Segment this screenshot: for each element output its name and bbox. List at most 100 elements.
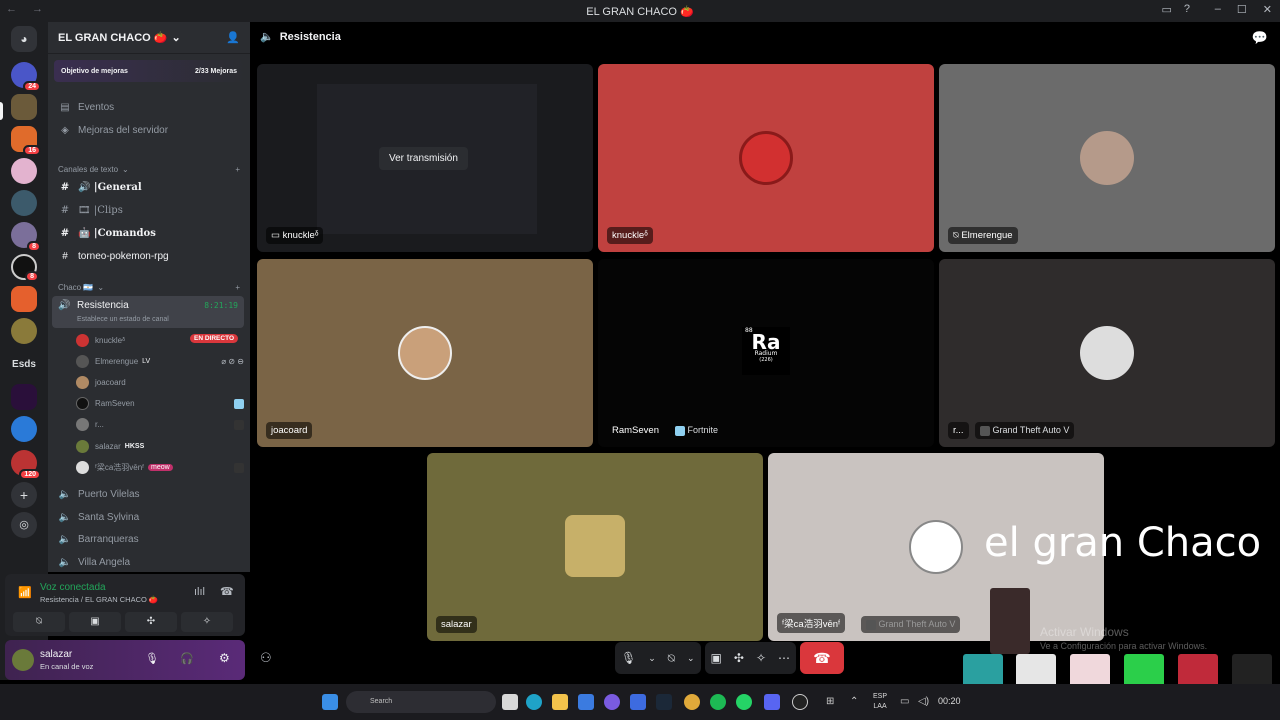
- windows-start-icon[interactable]: [322, 694, 338, 710]
- activity-badge: Fortnite: [670, 422, 723, 439]
- headphones-icon[interactable]: 🎧: [180, 652, 194, 665]
- share-controls[interactable]: ▣ ✣ ✧ ⋯: [704, 642, 796, 674]
- edge-icon[interactable]: [526, 694, 542, 710]
- network-icon[interactable]: ▭: [900, 696, 909, 707]
- server-icon[interactable]: [11, 94, 37, 120]
- boosts-link[interactable]: ◈ Mejoras del servidor: [58, 125, 260, 136]
- voice-channel[interactable]: 🔈 Barranqueras: [58, 534, 260, 545]
- store-icon[interactable]: [578, 694, 594, 710]
- discord-icon[interactable]: [764, 694, 780, 710]
- clock[interactable]: 00:20: [938, 696, 961, 706]
- voice-channel[interactable]: 🔈 Puerto Vilelas: [58, 489, 260, 500]
- server-icon[interactable]: 24: [11, 62, 41, 92]
- app-icon[interactable]: [604, 694, 620, 710]
- volume-icon[interactable]: ◁): [918, 696, 929, 707]
- server-header[interactable]: EL GRAN CHACO 🍅 ⌄ 👤: [48, 22, 250, 54]
- server-icon[interactable]: 120: [11, 450, 41, 480]
- member-item[interactable]: ᶠ梁ca浩羽vēnᶠ meow: [76, 461, 244, 474]
- settings-gear-icon[interactable]: ⚙: [219, 651, 230, 665]
- participant-tile[interactable]: ⍉ Elmerengue: [939, 64, 1275, 252]
- avatar: [76, 334, 89, 347]
- tile-name-label: ᶠ梁ca浩羽vēnᶠ: [777, 613, 846, 633]
- help-icon[interactable]: ?: [1184, 3, 1190, 16]
- soundboard-icon: ✧: [755, 651, 766, 665]
- tray-icon[interactable]: ⊞: [826, 696, 834, 707]
- discord-home-icon[interactable]: ◕: [11, 26, 37, 52]
- server-icon[interactable]: 8: [11, 222, 41, 252]
- nav-arrows[interactable]: ← →: [6, 3, 49, 15]
- screenshare-button[interactable]: ▣: [69, 612, 121, 632]
- explore-icon[interactable]: ◎: [11, 512, 37, 538]
- calendar-icon: ▤: [60, 102, 70, 113]
- camera-button[interactable]: ⍉: [13, 612, 65, 632]
- channel-torneo[interactable]: # torneo-pokemon-rpg: [58, 251, 260, 262]
- chrome-icon[interactable]: [684, 694, 700, 710]
- app-icon[interactable]: [630, 694, 646, 710]
- server-icon[interactable]: Esds: [11, 352, 37, 378]
- server-icon[interactable]: [11, 318, 37, 344]
- folder-icon[interactable]: [552, 694, 568, 710]
- app-icon[interactable]: [502, 694, 518, 710]
- close-button[interactable]: ✕: [1263, 3, 1272, 16]
- server-icon[interactable]: 16: [11, 126, 41, 156]
- soundboard-button[interactable]: ✧: [181, 612, 233, 632]
- events-link[interactable]: ▤ Eventos: [58, 102, 260, 113]
- member-item[interactable]: r...: [76, 418, 244, 431]
- maximize-button[interactable]: ☐: [1237, 3, 1247, 16]
- member-item[interactable]: salazar HKSS: [76, 440, 144, 453]
- participant-tile[interactable]: r... Grand Theft Auto V: [939, 259, 1275, 447]
- voice-channel[interactable]: 🔈 Santa Sylvina: [58, 512, 260, 523]
- microphone-icon: 🎙: [621, 651, 637, 665]
- watch-stream-button[interactable]: Ver transmisión: [379, 147, 468, 170]
- member-item[interactable]: joacoard: [76, 376, 126, 389]
- soundboard-icon[interactable]: ılıl: [194, 586, 205, 598]
- tray-icon[interactable]: ⌃: [850, 696, 858, 707]
- activities-button[interactable]: ✣: [125, 612, 177, 632]
- stream-tile[interactable]: Ver transmisión ▭ knuckleᵟ: [257, 64, 593, 252]
- participant-tile[interactable]: knuckleᵟ: [598, 64, 934, 252]
- steam-icon[interactable]: [656, 694, 672, 710]
- boost-goal[interactable]: Objetivo de mejoras 2/33 Mejoras: [54, 60, 244, 82]
- obs-icon[interactable]: [792, 694, 808, 710]
- server-icon[interactable]: [11, 416, 37, 442]
- category-text[interactable]: Canales de texto ⌄ +: [58, 165, 260, 174]
- server-icon[interactable]: [11, 384, 37, 410]
- server-icon[interactable]: 8: [11, 254, 39, 282]
- character-figure: [990, 588, 1030, 654]
- member-item[interactable]: RamSeven: [76, 397, 244, 410]
- member-item[interactable]: Elmerengue LV ⌀ ⊘ ⊖: [76, 355, 244, 368]
- server-icon[interactable]: [11, 286, 37, 312]
- member-item[interactable]: knuckleᵟ EN DIRECTO: [76, 334, 244, 347]
- chat-icon[interactable]: 💬: [1252, 30, 1268, 46]
- voice-channel[interactable]: 🔈 Villa Angela: [58, 557, 260, 568]
- microphone-icon[interactable]: 🎙: [145, 652, 159, 665]
- camera-off-icon: ⍉: [667, 650, 675, 665]
- whatsapp-icon[interactable]: [736, 694, 752, 710]
- channel-comandos[interactable]: # 🤖 | Comandos: [58, 228, 260, 239]
- end-call-button[interactable]: ☎: [800, 642, 844, 674]
- inbox-icon[interactable]: ▭: [1161, 3, 1171, 16]
- language-indicator[interactable]: ESP LAA: [873, 692, 887, 712]
- add-channel-icon[interactable]: +: [235, 165, 240, 174]
- channel-general[interactable]: # 🔊 | General: [58, 182, 260, 193]
- channel-clips[interactable]: # 🎞 | Clips: [58, 205, 260, 216]
- taskbar-search[interactable]: Search: [346, 691, 496, 713]
- spotify-icon[interactable]: [710, 694, 726, 710]
- participant-tile[interactable]: 88 Ra Radium (226) RamSeven Fortnite: [598, 259, 934, 447]
- minimize-button[interactable]: –: [1215, 3, 1221, 16]
- server-icon[interactable]: [11, 158, 37, 184]
- user-avatar[interactable]: [12, 649, 34, 671]
- voice-channel-active[interactable]: 🔊 Resistencia 8:21:19 Establece un estad…: [52, 296, 244, 328]
- disconnect-icon[interactable]: ☎: [220, 585, 234, 598]
- add-channel-icon[interactable]: +: [235, 283, 240, 292]
- server-icon[interactable]: [11, 190, 37, 216]
- invite-icon[interactable]: 👤: [226, 31, 240, 44]
- category-voice[interactable]: Chaco 🇦🇷 ⌄ +: [58, 283, 260, 292]
- channel-header: 🔈 Resistencia: [260, 30, 341, 44]
- mic-control[interactable]: 🎙 ⌄ ⍉ ⌄: [615, 642, 701, 674]
- participant-tile[interactable]: joacoard: [257, 259, 593, 447]
- participant-tile[interactable]: salazar: [427, 453, 763, 641]
- add-server-icon[interactable]: +: [11, 482, 37, 508]
- fortnite-icon: [234, 398, 244, 409]
- invite-voice-icon[interactable]: ⚇: [260, 650, 272, 666]
